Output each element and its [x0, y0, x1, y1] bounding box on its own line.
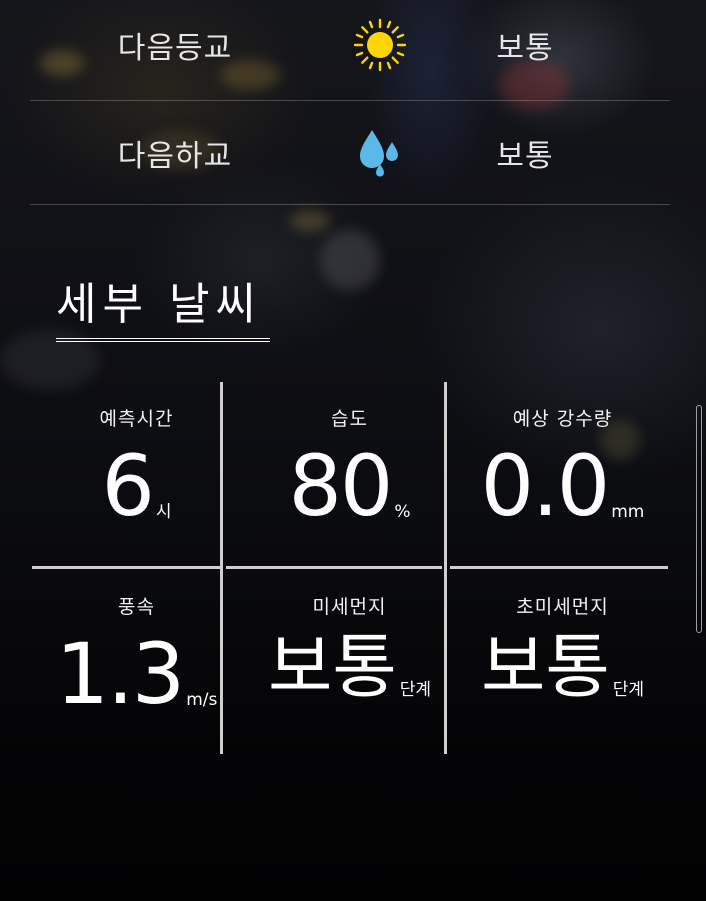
section-title: 세부 날씨: [56, 268, 270, 342]
forecast-row-next-school-arrival: 다음등교 보통: [30, 0, 670, 101]
scrollbar[interactable]: [696, 405, 702, 633]
detail-value: 6: [101, 437, 154, 535]
detail-humidity: 습도 80 %: [243, 382, 456, 566]
detail-unit: 단계: [399, 680, 432, 700]
detail-value: 80: [288, 437, 393, 535]
detail-unit: m/s: [186, 690, 218, 710]
detail-unit: 시: [155, 502, 172, 522]
detail-label: 습도: [331, 408, 368, 430]
weather-detail-grid: 예측시간 6 시 습도 80 % 예상 강수량 0.0 mm 풍속 1.3 m/…: [30, 382, 670, 754]
detail-unit: 단계: [612, 680, 645, 700]
grid-divider-vertical: [444, 382, 447, 754]
sun-icon: [320, 17, 440, 73]
forecast-row-label: 다음하교: [117, 138, 233, 174]
detail-precipitation: 예상 강수량 0.0 mm: [456, 382, 669, 566]
detail-ultrafine-dust: 초미세먼지 보통 단계: [456, 570, 669, 754]
forecast-row-label: 다음등교: [117, 31, 233, 66]
detail-fine-dust: 미세먼지 보통 단계: [243, 570, 456, 754]
detail-unit: mm: [611, 502, 645, 522]
raindrops-icon: [320, 126, 440, 180]
detail-label: 초미세먼지: [516, 596, 609, 618]
forecast-row-status: 보통: [496, 31, 554, 66]
forecast-row-next-school-departure: 다음하교 보통: [30, 101, 670, 205]
detail-value: 보통: [480, 626, 610, 708]
grid-divider-horizontal: [226, 566, 442, 569]
detail-label: 미세먼지: [312, 596, 387, 618]
detail-forecast-time: 예측시간 6 시: [30, 382, 243, 566]
detail-value: 보통: [267, 626, 397, 708]
grid-divider-horizontal: [32, 566, 222, 569]
grid-divider-horizontal: [450, 566, 668, 569]
detail-label: 풍속: [118, 596, 155, 618]
detail-label: 예측시간: [99, 408, 174, 430]
detail-wind-speed: 풍속 1.3 m/s: [30, 570, 243, 754]
detail-value: 0.0: [480, 437, 611, 535]
weather-screen: 다음등교 보통 다음하교 보통 세부 날씨 예측시간 6 시 습도 80 % 예…: [0, 0, 706, 901]
forecast-row-status: 보통: [496, 138, 554, 174]
detail-label: 예상 강수량: [512, 408, 613, 430]
detail-unit: %: [394, 502, 411, 522]
detail-value: 1.3: [55, 625, 186, 723]
